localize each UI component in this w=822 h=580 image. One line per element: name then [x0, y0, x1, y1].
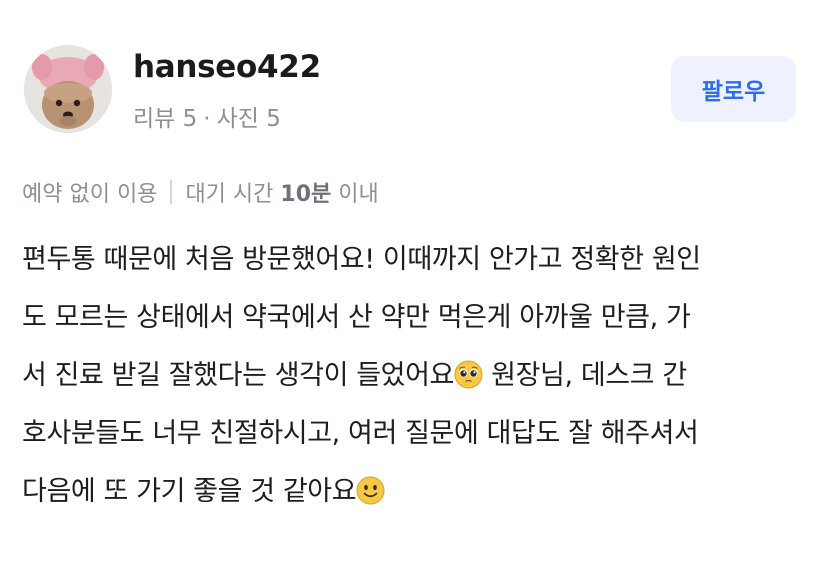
review-line: 편두통 때문에 처음 방문했어요! 이때까지 안가고 정확한 원인: [22, 244, 701, 275]
review-line-text: 서 진료 받길 잘했다는 생각이 들었어요: [22, 360, 454, 391]
review-count: 5: [182, 106, 198, 132]
username[interactable]: hanseo422: [133, 49, 321, 85]
stats-separator: ·: [203, 106, 211, 132]
visit-info-divider: [170, 180, 173, 204]
review-line: 호사분들도 너무 친절하시고, 여러 질문에 대답도 잘 해주셔서: [22, 418, 699, 449]
review-card: hanseo422 리뷰 5 · 사진 5 팔로우 예약 없이 이용 대기 시간 1…: [0, 0, 822, 580]
photo-label: 사진: [216, 106, 259, 132]
avatar[interactable]: [24, 45, 112, 133]
user-stats: 리뷰 5 · 사진 5: [133, 99, 281, 133]
photo-count: 5: [266, 106, 281, 132]
dog-avatar-image: [24, 45, 112, 133]
review-line: 다음에 또 가기 좋을 것 같아요: [22, 463, 802, 521]
follow-button[interactable]: 팔로우: [671, 56, 796, 122]
review-line-text: 다음에 또 가기 좋을 것 같아요: [22, 476, 357, 507]
review-label: 리뷰: [133, 106, 176, 132]
pleading-face-icon: [454, 360, 483, 389]
wait-time-prefix: 대기 시간: [185, 182, 274, 207]
visit-info: 예약 없이 이용 대기 시간 10분 이내: [22, 176, 379, 208]
slightly-smiling-face-icon: [356, 476, 385, 505]
review-line-text: 원장님, 데스크 간: [482, 360, 687, 391]
reservation-tag: 예약 없이 이용: [22, 182, 158, 207]
wait-time-suffix: 이내: [338, 182, 379, 207]
wait-time-value: 10분: [280, 182, 332, 207]
review-text: 편두통 때문에 처음 방문했어요! 이때까지 안가고 정확한 원인 도 모르는 …: [22, 231, 802, 521]
review-line: 서 진료 받길 잘했다는 생각이 들었어요 원장님, 데스크 간: [22, 347, 802, 405]
review-line: 도 모르는 상태에서 약국에서 산 약만 먹은게 아까울 만큼, 가: [22, 302, 691, 333]
